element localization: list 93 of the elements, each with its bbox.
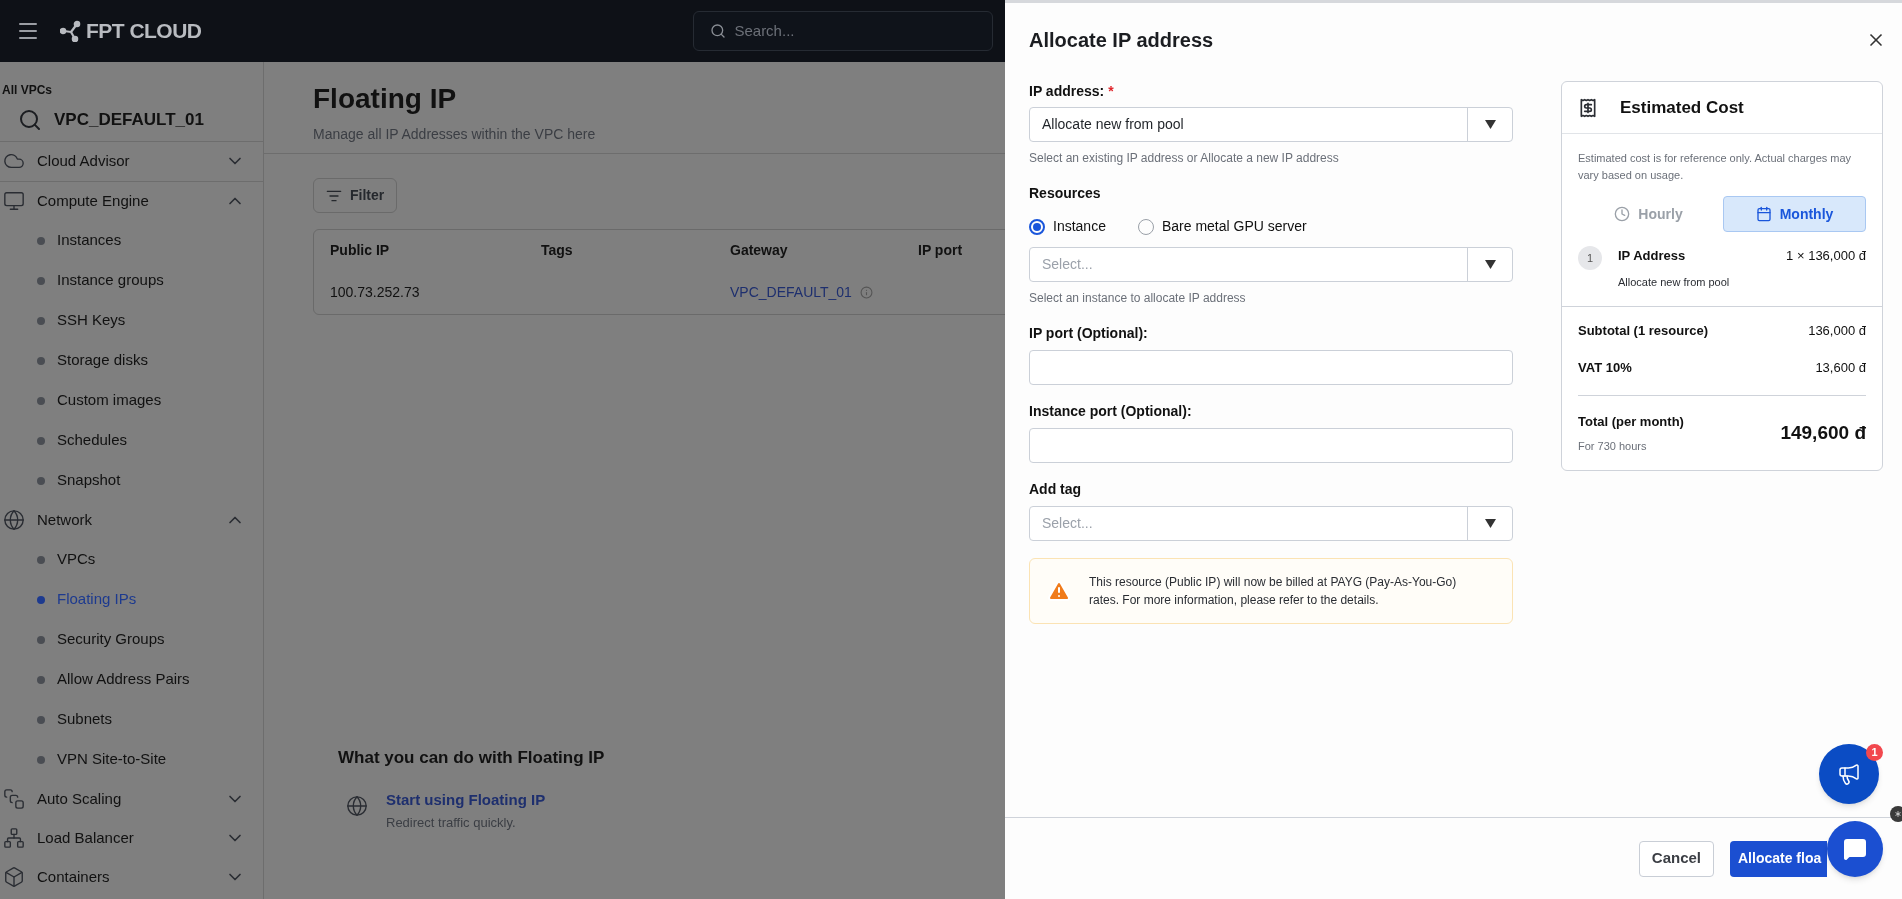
field-label: Instance port (Optional):	[1029, 402, 1193, 421]
sidebar-group[interactable]: Compute Engine	[0, 181, 263, 221]
warning-icon	[1047, 579, 1071, 603]
page-title: Floating IP	[313, 82, 458, 116]
sidebar-item[interactable]: Storage disks	[0, 340, 263, 381]
search-field[interactable]: Search...	[693, 11, 994, 51]
sidebar-item[interactable]: Security Groups	[0, 619, 263, 660]
helper-text: Select an instance to allocate IP address	[1029, 290, 1247, 307]
drawer-title: Allocate IP address	[1029, 28, 1214, 53]
summary-value: 13,600 đ	[1815, 358, 1866, 377]
total-value: 149,600 đ	[1780, 420, 1866, 445]
notice-text: This resource (Public IP) will now be billed at PAYG (Pay-As-You-Go) rates. For more information, please refer to the details.	[1089, 574, 1458, 609]
sidebar-item[interactable]: VPCs	[0, 539, 263, 580]
sidebar-group[interactable]: Auto Scaling	[0, 779, 263, 819]
sidebar-group[interactable]: Containers	[0, 857, 263, 897]
chat-button[interactable]	[1827, 821, 1883, 877]
summary-value: 136,000 đ	[1808, 322, 1866, 340]
group-icon	[3, 827, 25, 849]
period-tab[interactable]: Monthly	[1723, 196, 1866, 232]
allocate-button[interactable]: Allocate floa	[1730, 840, 1827, 877]
column-header: IP port	[918, 240, 964, 260]
logo-icon	[60, 20, 82, 42]
select-field[interactable]: Select...	[1029, 247, 1513, 282]
column-header: Tags	[541, 240, 574, 260]
field-label: Add tag	[1029, 480, 1083, 499]
guide-title: What you can do with Floating IP	[338, 747, 606, 769]
required-mark: *	[1108, 82, 1114, 101]
item-price: 1 × 136,000 đ	[1786, 247, 1866, 265]
megaphone-icon	[1837, 762, 1861, 786]
gateway-link[interactable]: VPC_DEFAULT_01	[730, 281, 852, 303]
clock-icon	[1614, 206, 1631, 222]
sidebar-item[interactable]: Instance groups	[0, 260, 263, 301]
radio-button[interactable]	[1029, 218, 1045, 235]
vpc-name[interactable]: VPC_DEFAULT_01	[54, 107, 204, 133]
group-icon	[3, 866, 25, 888]
radio-option[interactable]: Instance	[1029, 216, 1106, 237]
sidebar-item[interactable]: VPN Site-to-Site	[0, 739, 263, 780]
receipt-icon	[1578, 97, 1598, 118]
item-description: Allocate new from pool	[1618, 274, 1731, 290]
sidebar-group[interactable]: Cloud Advisor	[0, 141, 263, 181]
chat-icon	[1843, 837, 1867, 861]
search-icon[interactable]	[18, 107, 42, 132]
announcement-button[interactable]	[1819, 744, 1879, 804]
item-name: IP Address	[1618, 247, 1686, 265]
input-field[interactable]	[1029, 350, 1513, 385]
sidebar-item[interactable]: Snapshot	[0, 460, 263, 501]
radio-option[interactable]: Bare metal GPU server	[1137, 216, 1307, 237]
caret-down-icon	[1484, 519, 1496, 528]
sidebar-group[interactable]: Network	[0, 500, 263, 540]
sidebar-item[interactable]: Floating IPs	[0, 579, 263, 620]
input-field[interactable]	[1029, 428, 1513, 463]
notification-badge: 1	[1866, 744, 1883, 761]
summary-label: Subtotal (1 resource)	[1578, 322, 1709, 340]
cost-note: Estimated cost is for reference only. Actual charges may vary based on usage.	[1578, 151, 1853, 183]
select-field[interactable]: Allocate new from pool	[1029, 107, 1513, 142]
period-tab[interactable]: Hourly	[1578, 196, 1719, 232]
sidebar-group[interactable]: Load Balancer	[0, 818, 263, 858]
cancel-button[interactable]: Cancel	[1638, 840, 1714, 877]
card-title: Estimated Cost	[1620, 96, 1744, 119]
caret-down-icon	[1484, 120, 1496, 129]
total-label: Total (per month)	[1578, 413, 1684, 431]
sidebar-item[interactable]: Subnets	[0, 699, 263, 740]
summary-label: VAT 10%	[1578, 358, 1632, 377]
asterisk-icon[interactable]	[1890, 806, 1902, 822]
total-note: For 730 hours	[1578, 438, 1648, 454]
search-input[interactable]: Search...	[734, 19, 935, 43]
group-icon	[3, 190, 25, 212]
sidebar-item[interactable]: Allow Address Pairs	[0, 659, 263, 700]
sidebar-item[interactable]: Custom images	[0, 380, 263, 421]
column-header: Public IP	[330, 240, 391, 260]
helper-text: Select an existing IP address or Allocate a new IP address	[1029, 150, 1340, 167]
caret-down-icon	[1484, 260, 1496, 269]
sidebar-item[interactable]: Schedules	[0, 420, 263, 461]
search-icon	[710, 23, 727, 39]
globe-icon	[346, 794, 368, 817]
guide-description: Redirect traffic quickly.	[386, 814, 517, 832]
column-header: Gateway	[730, 240, 789, 260]
sidebar-item[interactable]: SSH Keys	[0, 300, 263, 341]
select-field[interactable]: Select...	[1029, 506, 1513, 541]
page-subtitle: Manage all IP Addresses within the VPC here	[313, 125, 597, 144]
logo-text: FPT CLOUD	[86, 18, 202, 45]
guide-link[interactable]: Start using Floating IP	[386, 788, 546, 811]
field-label: IP port (Optional):	[1029, 324, 1149, 343]
filter-button[interactable]: Filter	[313, 178, 398, 213]
field-label: IP address:	[1029, 82, 1105, 101]
field-label: Resources	[1029, 184, 1102, 203]
calendar-icon	[1755, 206, 1772, 222]
sidebar-item[interactable]: Instances	[0, 220, 263, 261]
group-icon	[3, 509, 25, 531]
scope-label: All VPCs	[1, 82, 53, 99]
group-icon	[3, 788, 25, 810]
table-cell-text: 100.73.252.73	[330, 282, 421, 302]
item-index: 1	[1578, 246, 1602, 270]
